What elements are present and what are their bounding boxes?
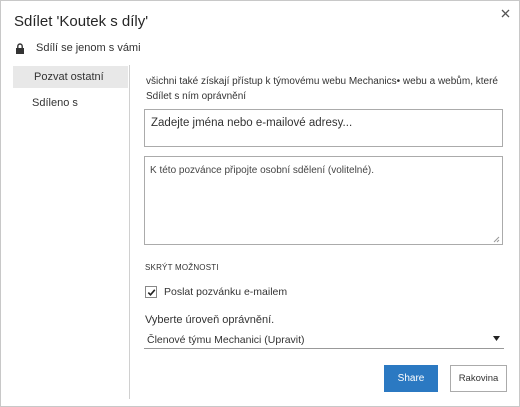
send-email-label: Poslat pozvánku e-mailem [164,286,288,298]
nav-item-shared-with[interactable]: Sdíleno s [32,97,78,109]
message-textarea[interactable]: K této pozvánce připojte osobní sdělení … [144,156,503,245]
dropdown-arrow-icon [493,336,500,342]
message-placeholder: K této pozvánce připojte osobní sdělení … [150,165,375,176]
sharing-status-label: Sdílí se jenom s vámi [36,42,141,54]
sharing-status: Sdílí se jenom s vámi [15,42,141,54]
nav-item-label: Sdíleno s [32,97,78,109]
send-email-option: Poslat pozvánku e-mailem [145,286,287,298]
checkmark-icon [147,288,155,296]
cancel-button[interactable]: Rakovina [450,365,507,392]
dialog-title: Sdílet 'Koutek s díly' [14,13,149,30]
hide-options-link[interactable]: SKRÝT MOŽNOSTI [145,263,219,272]
share-dialog: Sdílet 'Koutek s díly' Sdílí se jenom s … [0,0,520,407]
names-input[interactable]: Zadejte jména nebo e-mailové adresy... [144,109,503,147]
permission-selected-value: Členové týmu Mechanici (Upravit) [147,334,305,346]
invite-description: všichni také získají přístup k týmovému … [146,76,498,102]
resize-handle-icon[interactable] [493,235,500,243]
nav-item-invite-people[interactable]: Pozvat ostatní [13,66,128,88]
permission-select[interactable]: Členové týmu Mechanici (Upravit) [144,332,504,349]
close-icon[interactable] [497,5,513,21]
nav-item-label: Pozvat ostatní [34,71,104,83]
share-button[interactable]: Share [384,365,438,392]
vertical-divider [129,65,130,399]
lock-icon [15,42,25,54]
send-email-checkbox[interactable] [145,286,157,298]
permission-label: Vyberte úroveň oprávnění. [145,314,275,326]
names-input-placeholder: Zadejte jména nebo e-mailové adresy... [151,117,353,129]
